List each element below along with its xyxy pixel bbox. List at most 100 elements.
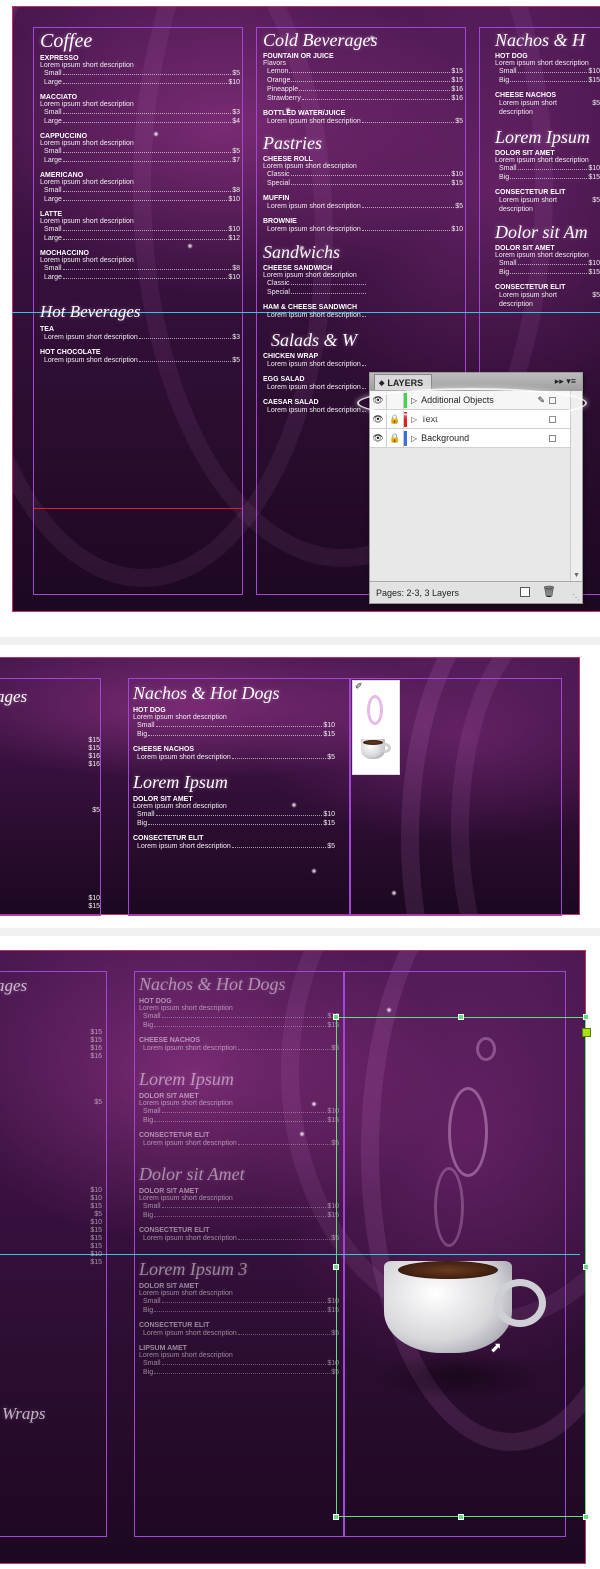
price-row: Lorem ipsum short description $5 bbox=[495, 196, 600, 214]
price-row: Big $15 bbox=[139, 1306, 339, 1315]
partial-title-ages: ages bbox=[0, 687, 28, 706]
layers-scrollbar[interactable]: ▼ bbox=[570, 391, 582, 581]
dot-leader bbox=[510, 81, 588, 82]
price-label: Lorem ipsum short description bbox=[267, 384, 361, 391]
menu-item: HAM & CHEESE SANDWICH Lorem ipsum short d… bbox=[263, 304, 367, 320]
handle-ml[interactable] bbox=[333, 1264, 339, 1270]
item-name: DOLOR SIT AMET bbox=[495, 150, 555, 157]
item-name: HOT CHOCOLATE bbox=[40, 349, 101, 356]
price-label: Special bbox=[267, 289, 290, 296]
lock-icon[interactable]: 🔒 bbox=[387, 429, 404, 447]
price-label: Lorem ipsum short description bbox=[44, 334, 138, 341]
handle-br[interactable] bbox=[583, 1514, 589, 1520]
price-value: $15 bbox=[323, 731, 335, 738]
new-layer-icon[interactable] bbox=[520, 587, 530, 597]
dolor-title-bottom: Dolor sit Amet bbox=[139, 1164, 245, 1184]
coffee-thumbnail[interactable]: ✐ bbox=[352, 680, 400, 775]
resize-grip-icon[interactable]: ⋱ bbox=[572, 593, 580, 602]
partial-price: $15 bbox=[90, 1243, 102, 1250]
dot-leader bbox=[361, 230, 451, 231]
out-port-icon[interactable] bbox=[582, 1028, 591, 1037]
visibility-eye-icon[interactable]: 👁 bbox=[370, 410, 387, 428]
selection-square-icon[interactable] bbox=[549, 415, 556, 423]
handle-tl[interactable] bbox=[333, 1014, 339, 1020]
handle-bl[interactable] bbox=[333, 1514, 339, 1520]
collapse-icon[interactable]: ◆ bbox=[379, 379, 384, 387]
price-row: Large $10 bbox=[40, 195, 240, 204]
menu-item: CAESAR SALAD Lorem ipsum short descriptio… bbox=[263, 399, 367, 415]
price-label: Lorem ipsum short description bbox=[499, 100, 557, 116]
item-name: TEA bbox=[40, 326, 54, 333]
panel-menu-icon[interactable]: ▸▸ ▾≡ bbox=[555, 376, 576, 387]
handle-tr[interactable] bbox=[583, 1014, 589, 1020]
price-row: Lorem ipsum short description bbox=[263, 383, 367, 392]
price-row: Lorem ipsum short description $5 bbox=[139, 1329, 339, 1338]
coffee-cup-thumb bbox=[361, 739, 393, 767]
visibility-eye-icon[interactable]: 👁 bbox=[370, 429, 387, 447]
dot-leader bbox=[62, 122, 232, 123]
item-name: CAESAR SALAD bbox=[263, 399, 319, 406]
price-label: Small bbox=[44, 226, 62, 233]
dot-leader bbox=[62, 152, 232, 153]
price-value: $15 bbox=[451, 77, 463, 84]
dot-leader bbox=[138, 338, 232, 339]
menu-item: CHEESE NACHOS Lorem ipsum short descripti… bbox=[139, 1037, 339, 1053]
menu-item: EXPRESSO Lorem ipsum short description Sma… bbox=[40, 55, 240, 87]
hot-beverages-title: Hot Beverages bbox=[40, 302, 141, 321]
price-row: Lorem ipsum short description $5 bbox=[139, 1044, 339, 1053]
layer-row[interactable]: 👁 🔒 ▷ Background bbox=[370, 429, 582, 448]
menu-item: CONSECTETUR ELIT Lorem ipsum short descri… bbox=[139, 1322, 339, 1338]
selection-square-icon[interactable] bbox=[549, 434, 556, 442]
scroll-down-icon[interactable]: ▼ bbox=[573, 572, 580, 579]
dot-leader bbox=[62, 239, 228, 240]
layers-tab[interactable]: ◆ LAYERS bbox=[374, 374, 433, 390]
partial-price: $10 bbox=[90, 1195, 102, 1202]
expand-triangle-icon[interactable]: ▷ bbox=[411, 434, 417, 443]
price-label: Large bbox=[44, 79, 62, 86]
price-row: Orange $15 bbox=[263, 76, 463, 85]
price-value: $5 bbox=[327, 754, 335, 761]
item-name: CHEESE NACHOS bbox=[495, 92, 557, 99]
handle-bm[interactable] bbox=[458, 1514, 464, 1520]
lorem-title-bottom: Lorem Ipsum bbox=[139, 1069, 234, 1089]
price-label: Large bbox=[44, 118, 62, 125]
item-name: HAM & CHEESE SANDWICH bbox=[263, 304, 358, 311]
dot-leader bbox=[154, 1311, 327, 1312]
item-name: BROWNIE bbox=[263, 218, 297, 225]
price-row: Big $15 bbox=[139, 1021, 339, 1030]
menu-item: HOT DOG Lorem ipsum short description Smal… bbox=[133, 707, 335, 739]
item-name: BOTTLED WATER/JUICE bbox=[263, 110, 346, 117]
price-row: Small $10 bbox=[495, 164, 600, 173]
dot-leader bbox=[161, 1302, 327, 1303]
price-label: Large bbox=[44, 235, 62, 242]
handle-mr[interactable] bbox=[583, 1264, 589, 1270]
menu-item: AMERICANO Lorem ipsum short description Sm… bbox=[40, 172, 240, 204]
item-description: Lorem ipsum short description bbox=[263, 272, 357, 279]
layers-footer: Pages: 2-3, 3 Layers 🗑 ⋱ bbox=[370, 581, 582, 603]
price-label: Small bbox=[143, 1108, 161, 1115]
handle-tm[interactable] bbox=[458, 1014, 464, 1020]
trash-icon[interactable]: 🗑 bbox=[542, 585, 556, 598]
dot-leader bbox=[62, 161, 232, 162]
item-name: CONSECTETUR ELIT bbox=[495, 284, 566, 291]
price-row: Large $4 bbox=[40, 117, 240, 126]
price-label: Small bbox=[143, 1203, 161, 1210]
dot-leader bbox=[361, 365, 366, 366]
price-label: Lorem ipsum short description bbox=[137, 754, 231, 761]
selection-frame[interactable] bbox=[336, 1017, 586, 1517]
menu-item: HOT DOG Lorem ipsum short description Smal… bbox=[139, 998, 339, 1030]
item-name: HOT DOG bbox=[133, 707, 166, 714]
price-value: $5 bbox=[232, 148, 240, 155]
dot-leader bbox=[237, 1239, 331, 1240]
price-row: Big $5 bbox=[139, 1368, 339, 1377]
lorem-title-cut: Lorem Ipsum bbox=[495, 127, 590, 147]
price-label: Lorem ipsum short description bbox=[143, 1045, 237, 1052]
dot-leader bbox=[361, 388, 366, 389]
menu-item: CHEESE NACHOS Lorem ipsum short descripti… bbox=[495, 92, 600, 117]
partial-price: $16 bbox=[90, 1053, 102, 1060]
item-description: Lorem ipsum short description bbox=[40, 218, 134, 225]
partial-prices-c: $15 $15 $16 $16 $5 $10 $10 $15 $5 $10 $15 $15 $15 $10… bbox=[84, 1029, 102, 1267]
partial-prices-a: $15 $15 $16 $16 $5 $10 $15 bbox=[82, 737, 100, 911]
price-label: Large bbox=[44, 196, 62, 203]
layer-name[interactable]: Background bbox=[421, 433, 549, 443]
